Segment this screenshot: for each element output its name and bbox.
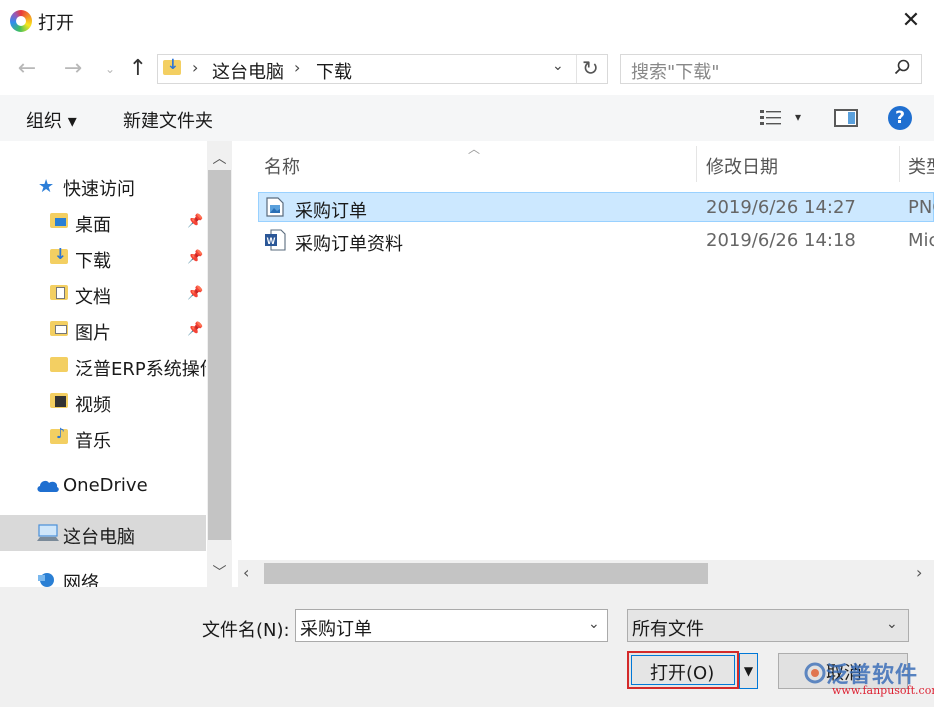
scroll-down-icon[interactable]: ﹀ xyxy=(207,562,232,582)
pictures-folder-icon xyxy=(50,321,68,336)
view-dropdown-icon[interactable]: ▾ xyxy=(795,110,801,124)
dialog-footer xyxy=(0,587,934,707)
cloud-icon xyxy=(37,480,59,492)
file-name[interactable]: 采购订单资料 xyxy=(295,230,403,256)
svg-text:W: W xyxy=(267,236,276,246)
downloads-folder-icon xyxy=(163,57,181,75)
forward-arrow-icon[interactable]: → xyxy=(60,56,86,82)
desktop-folder-icon xyxy=(50,213,68,228)
image-file-icon xyxy=(266,197,284,217)
refresh-icon[interactable]: ↻ xyxy=(582,56,599,80)
filetype-dropdown-chevron-icon[interactable]: ⌄ xyxy=(886,616,898,632)
sidebar-item-fanpu-erp[interactable]: 泛普ERP系统操作 xyxy=(75,355,206,381)
documents-folder-icon xyxy=(50,285,68,300)
filename-value[interactable]: 采购订单 xyxy=(300,615,372,641)
address-divider xyxy=(576,55,577,83)
watermark-logo-icon xyxy=(804,662,826,684)
open-split-dropdown-icon[interactable]: ▼ xyxy=(739,653,758,689)
search-icon[interactable] xyxy=(894,59,910,75)
column-divider[interactable] xyxy=(899,146,900,182)
search-placeholder: 搜索"下载" xyxy=(631,62,720,83)
sidebar-item-this-pc[interactable]: 这台电脑 xyxy=(63,523,135,549)
sidebar-item-network[interactable]: 网络 xyxy=(63,569,99,587)
breadcrumb-separator-icon[interactable]: › xyxy=(192,58,198,77)
open-button-label[interactable]: 打开(O) xyxy=(650,659,714,685)
file-type: PNG xyxy=(908,197,934,218)
file-type: Micr xyxy=(908,230,934,251)
sort-ascending-icon: ︿ xyxy=(468,142,481,156)
file-name[interactable]: 采购订单 xyxy=(295,197,367,223)
column-header-date-modified[interactable]: 修改日期 xyxy=(706,153,778,179)
sidebar-item-videos[interactable]: 视频 xyxy=(75,391,111,417)
filename-label: 文件名(N): xyxy=(202,620,290,641)
scroll-up-icon[interactable]: ︿ xyxy=(207,148,232,168)
pin-icon[interactable]: 📌 xyxy=(187,286,203,301)
word-document-icon: W xyxy=(265,229,286,251)
file-date: 2019/6/26 14:18 xyxy=(706,230,856,251)
title-bar xyxy=(0,0,934,44)
sidebar-item-downloads[interactable]: 下载 xyxy=(75,247,111,273)
sidebar-item-onedrive[interactable]: OneDrive xyxy=(63,475,148,496)
preview-pane-icon[interactable] xyxy=(834,109,858,127)
sidebar-scrollbar-thumb[interactable] xyxy=(208,170,231,540)
pin-icon[interactable]: 📌 xyxy=(187,214,203,229)
breadcrumb-separator-icon[interactable]: › xyxy=(294,58,300,77)
filetype-value[interactable]: 所有文件 xyxy=(632,615,704,641)
app-logo-icon xyxy=(10,10,32,32)
file-date: 2019/6/26 14:27 xyxy=(706,197,856,218)
horizontal-scrollbar-thumb[interactable] xyxy=(264,563,708,584)
organize-button[interactable]: 组织 ▾ xyxy=(26,107,77,133)
sidebar-item-music[interactable]: 音乐 xyxy=(75,427,111,453)
filename-dropdown-chevron-icon[interactable]: ⌄ xyxy=(588,616,600,632)
new-folder-button[interactable]: 新建文件夹 xyxy=(123,107,213,133)
column-header-type[interactable]: 类型 xyxy=(908,153,934,179)
scroll-left-icon[interactable]: ‹ xyxy=(243,563,249,582)
sidebar-item-pictures[interactable]: 图片 xyxy=(75,319,111,345)
address-dropdown-chevron-icon[interactable]: ⌄ xyxy=(552,58,564,74)
computer-icon xyxy=(37,524,59,541)
close-icon[interactable]: ✕ xyxy=(898,8,924,34)
recent-locations-chevron-icon[interactable]: ⌄ xyxy=(97,56,123,82)
column-divider[interactable] xyxy=(696,146,697,182)
network-icon xyxy=(38,573,54,587)
videos-folder-icon xyxy=(50,393,68,408)
breadcrumb-this-pc[interactable]: 这台电脑 xyxy=(212,58,284,84)
pin-icon[interactable]: 📌 xyxy=(187,322,203,337)
star-icon: ★ xyxy=(38,176,55,197)
sidebar-item-quick-access[interactable]: 快速访问 xyxy=(63,175,135,201)
sidebar-item-desktop[interactable]: 桌面 xyxy=(75,211,111,237)
watermark-url: www.fanpusoft.com xyxy=(832,684,934,697)
back-arrow-icon[interactable]: ← xyxy=(14,56,40,82)
pin-icon[interactable]: 📌 xyxy=(187,250,203,265)
window-title: 打开 xyxy=(38,13,74,34)
column-header-name[interactable]: 名称 xyxy=(264,153,300,179)
downloads-folder-icon: ↓ xyxy=(50,245,68,264)
view-options-icon[interactable] xyxy=(759,108,783,128)
scroll-right-icon[interactable]: › xyxy=(916,563,922,582)
help-icon[interactable]: ? xyxy=(888,106,912,130)
sidebar-item-documents[interactable]: 文档 xyxy=(75,283,111,309)
folder-icon xyxy=(50,357,68,372)
breadcrumb-downloads[interactable]: 下载 xyxy=(316,58,352,84)
music-folder-icon: ♪ xyxy=(50,426,68,444)
up-arrow-icon[interactable]: ↑ xyxy=(125,56,151,82)
